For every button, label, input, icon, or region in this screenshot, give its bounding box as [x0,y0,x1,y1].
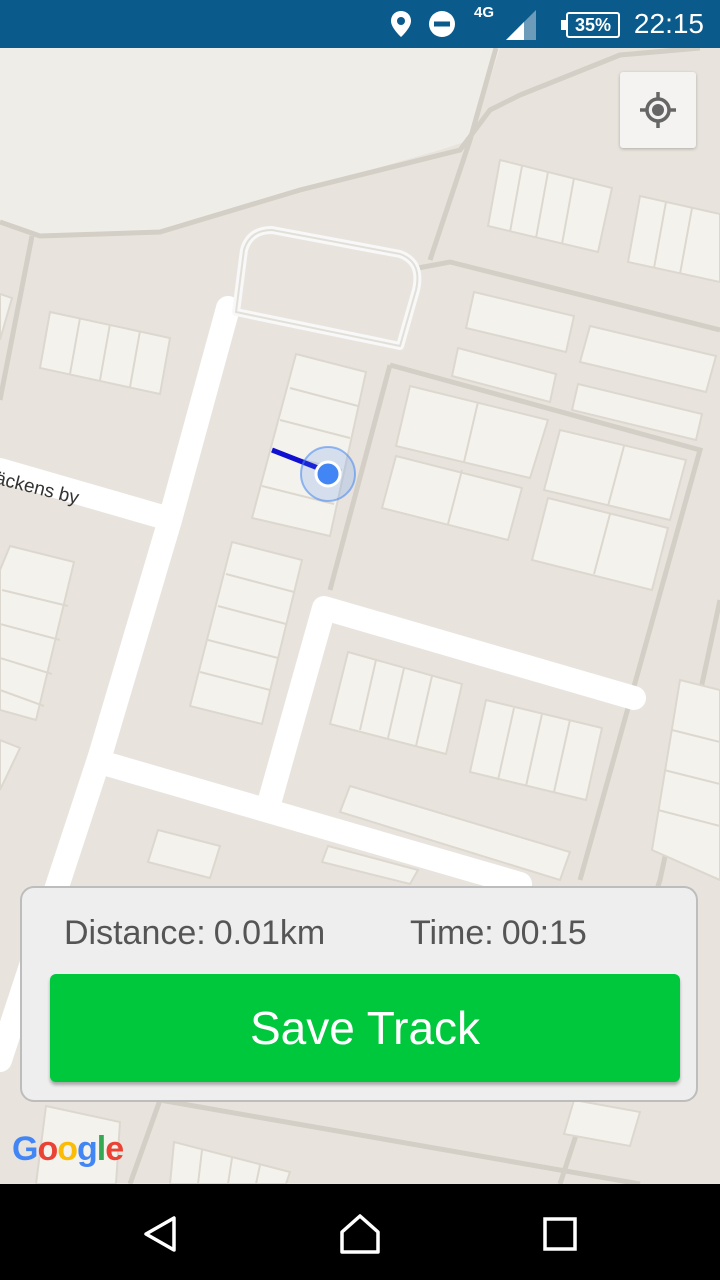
crosshair-icon [640,92,676,128]
current-location-dot [314,460,342,488]
location-icon [391,11,411,37]
time-value: 00:15 [501,914,587,952]
my-location-button[interactable] [620,72,696,148]
home-icon[interactable] [338,1212,382,1256]
google-logo: Google [12,1130,124,1168]
tracking-panel: Distance: 0.01km Time: 00:15 Save Track [20,886,698,1102]
time-stat: Time: 00:15 [410,914,587,953]
distance-value: 0.01km [213,914,326,952]
recents-icon[interactable] [542,1216,578,1252]
distance-label: Distance: [64,914,206,952]
back-icon[interactable] [140,1214,180,1254]
distance-stat: Distance: 0.01km [64,914,325,953]
navigation-bar [0,1184,720,1280]
clock: 22:15 [633,8,704,39]
status-bar: 4G 35% 22:15 [0,0,720,48]
battery-indicator: 35% [561,12,620,38]
signal-icon [506,10,536,40]
time-label: Time: [410,914,494,952]
do-not-disturb-icon [429,11,455,37]
save-track-button[interactable]: Save Track [50,974,680,1082]
network-type: 4G [474,4,495,21]
